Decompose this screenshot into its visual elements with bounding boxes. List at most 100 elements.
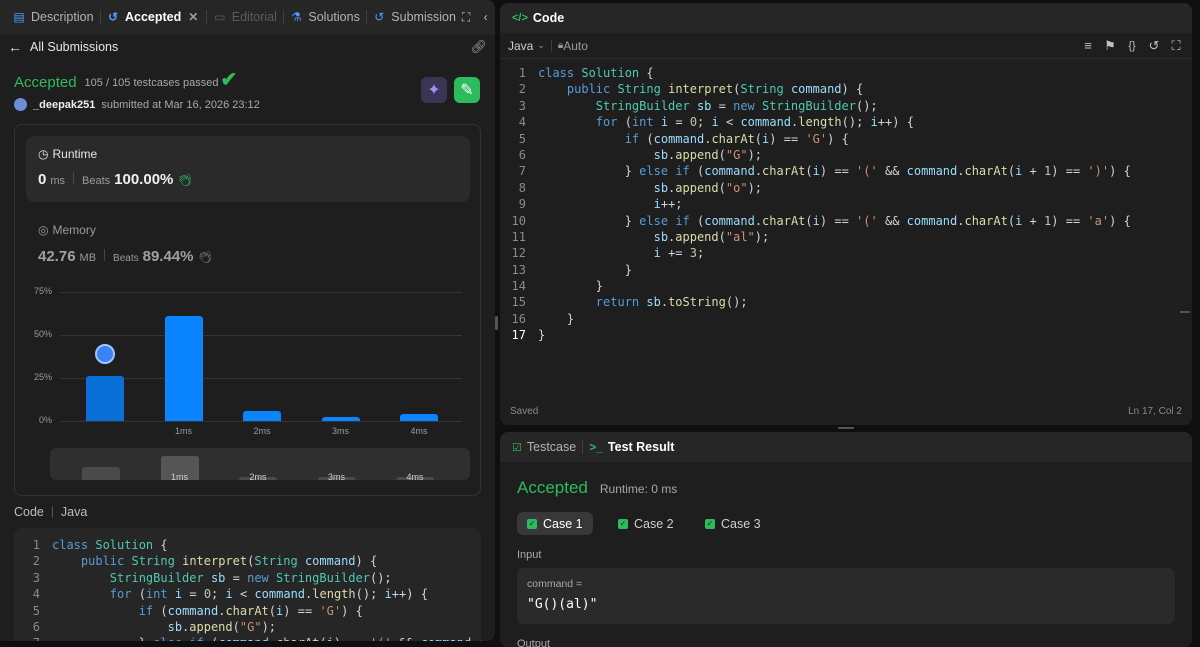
language-select[interactable]: Java ⌄ (508, 39, 545, 53)
code-line[interactable]: 12 i += 3; (500, 245, 1192, 261)
code-line[interactable]: 6 sb.append("G"); (14, 619, 481, 635)
submission-panel: ▤ Description ↺ Accepted ✕ ▭ Editorial ⚗… (0, 0, 495, 641)
mini-tick-label: 1ms (165, 472, 195, 482)
language-label: Java (61, 505, 87, 519)
code-line[interactable]: 8 sb.append("o"); (500, 180, 1192, 196)
check-icon: ✓ (618, 519, 628, 529)
case-2-button[interactable]: ✓ Case 2 (608, 512, 684, 535)
line-number: 6 (14, 619, 52, 635)
code-text: sb.append("G"); (538, 147, 762, 163)
code-text: public String interpret(String command) … (538, 81, 863, 97)
code-text: i += 3; (538, 245, 704, 261)
code-text: } (538, 311, 574, 327)
line-number: 15 (500, 294, 538, 310)
line-number: 3 (500, 98, 538, 114)
editor-tabbar: </> Code (500, 3, 1192, 33)
line-number: 4 (500, 114, 538, 130)
code-line[interactable]: 11 sb.append("al"); (500, 229, 1192, 245)
mini-bar (82, 467, 120, 480)
code-line[interactable]: 7 } else if (command.charAt(i) == '(' &&… (14, 635, 481, 641)
line-number: 10 (500, 213, 538, 229)
code-text: } else if (command.charAt(i) == '(' && c… (52, 635, 481, 641)
code-line[interactable]: 14 } (500, 278, 1192, 294)
case-1-button[interactable]: ✓ Case 1 (517, 512, 593, 535)
mini-tick-label: 3ms (322, 472, 352, 482)
terminal-icon: >_ (589, 440, 603, 454)
code-text: for (int i = 0; i < command.length(); i+… (538, 114, 914, 130)
line-number: 13 (500, 262, 538, 278)
line-number: 3 (14, 570, 52, 586)
line-number: 12 (500, 245, 538, 261)
code-line[interactable]: 2 public String interpret(String command… (14, 553, 481, 569)
checkbox-icon: ☑ (512, 441, 522, 454)
line-number: 7 (500, 163, 538, 179)
code-line[interactable]: 3 StringBuilder sb = new StringBuilder()… (14, 570, 481, 586)
code-line[interactable]: 4 for (int i = 0; i < command.length(); … (500, 114, 1192, 130)
line-number: 17 (500, 327, 538, 343)
code-line[interactable]: 4 for (int i = 0; i < command.length(); … (14, 586, 481, 602)
code-editor-panel: </> Code Java ⌄ 🔒︎ Auto ≡ ⚑ {} ↺ ⛶ 1clas… (500, 3, 1192, 425)
line-number: 9 (500, 196, 538, 212)
format-icon[interactable]: ≡ (1080, 38, 1096, 54)
cursor-position: Ln 17, Col 2 (1128, 406, 1182, 417)
language-select-value: Java (508, 39, 533, 53)
submitted-code: 1class Solution {2 public String interpr… (14, 537, 481, 641)
auto-mode[interactable]: Auto (563, 39, 588, 53)
vertical-resize-handle[interactable] (495, 316, 498, 330)
reset-icon[interactable]: ↺ (1146, 38, 1162, 54)
tab-code[interactable]: </> Code (506, 3, 570, 33)
case-2-label: Case 2 (634, 517, 674, 531)
line-number: 8 (500, 180, 538, 196)
code-text: if (command.charAt(i) == 'G') { (52, 603, 363, 619)
code-text: if (command.charAt(i) == 'G') { (538, 131, 849, 147)
submitted-code-block[interactable]: 1class Solution {2 public String interpr… (14, 528, 481, 641)
code-text: class Solution { (52, 537, 168, 553)
code-editor[interactable]: 1class Solution {2 public String interpr… (500, 59, 1192, 344)
scrollbar-marker[interactable] (1180, 311, 1190, 313)
result-runtime: Runtime: 0 ms (600, 482, 677, 496)
line-number: 7 (14, 635, 52, 641)
divider (52, 506, 53, 518)
line-number: 1 (500, 65, 538, 81)
code-line[interactable]: 5 if (command.charAt(i) == 'G') { (14, 603, 481, 619)
code-text: public String interpret(String command) … (52, 553, 377, 569)
check-icon: ✓ (527, 519, 537, 529)
tab-test-result[interactable]: >_ Test Result (583, 432, 680, 462)
code-text: } (538, 262, 632, 278)
code-text: sb.append("G"); (52, 619, 276, 635)
code-line[interactable]: 17} (500, 327, 1192, 343)
code-line[interactable]: 7 } else if (command.charAt(i) == '(' &&… (500, 163, 1192, 179)
code-line[interactable]: 13 } (500, 262, 1192, 278)
case-1-label: Case 1 (543, 517, 583, 531)
line-number: 5 (14, 603, 52, 619)
code-icon: </> (512, 12, 528, 24)
code-line[interactable]: 15 return sb.toString(); (500, 294, 1192, 310)
tab-testcase[interactable]: ☑ Testcase (506, 432, 582, 462)
line-number: 11 (500, 229, 538, 245)
code-line[interactable]: 1class Solution { (500, 65, 1192, 81)
bookmark-icon[interactable]: ⚑ (1102, 38, 1118, 54)
code-line[interactable]: 3 StringBuilder sb = new StringBuilder()… (500, 98, 1192, 114)
code-text: sb.append("al"); (538, 229, 769, 245)
output-label: Output (517, 638, 550, 647)
braces-icon[interactable]: {} (1124, 38, 1140, 54)
code-line[interactable]: 1class Solution { (14, 537, 481, 553)
result-status-row: Accepted Runtime: 0 ms (517, 478, 677, 498)
case-3-button[interactable]: ✓ Case 3 (695, 512, 771, 535)
code-text: } (538, 327, 545, 343)
input-label: Input (517, 549, 541, 561)
check-icon: ✓ (705, 519, 715, 529)
line-number: 2 (500, 81, 538, 97)
code-line[interactable]: 9 i++; (500, 196, 1192, 212)
fullscreen-icon[interactable]: ⛶ (1168, 38, 1184, 54)
code-line[interactable]: 10 } else if (command.charAt(i) == '(' &… (500, 213, 1192, 229)
code-line[interactable]: 5 if (command.charAt(i) == 'G') { (500, 131, 1192, 147)
mini-tick-label: 2ms (243, 472, 273, 482)
code-line[interactable]: 16 } (500, 311, 1192, 327)
code-text: StringBuilder sb = new StringBuilder(); (538, 98, 878, 114)
horizontal-resize-handle[interactable] (838, 427, 854, 429)
editor-toolbar: Java ⌄ 🔒︎ Auto ≡ ⚑ {} ↺ ⛶ (500, 33, 1192, 59)
code-line[interactable]: 6 sb.append("G"); (500, 147, 1192, 163)
chevron-down-icon: ⌄ (537, 40, 545, 51)
code-line[interactable]: 2 public String interpret(String command… (500, 81, 1192, 97)
